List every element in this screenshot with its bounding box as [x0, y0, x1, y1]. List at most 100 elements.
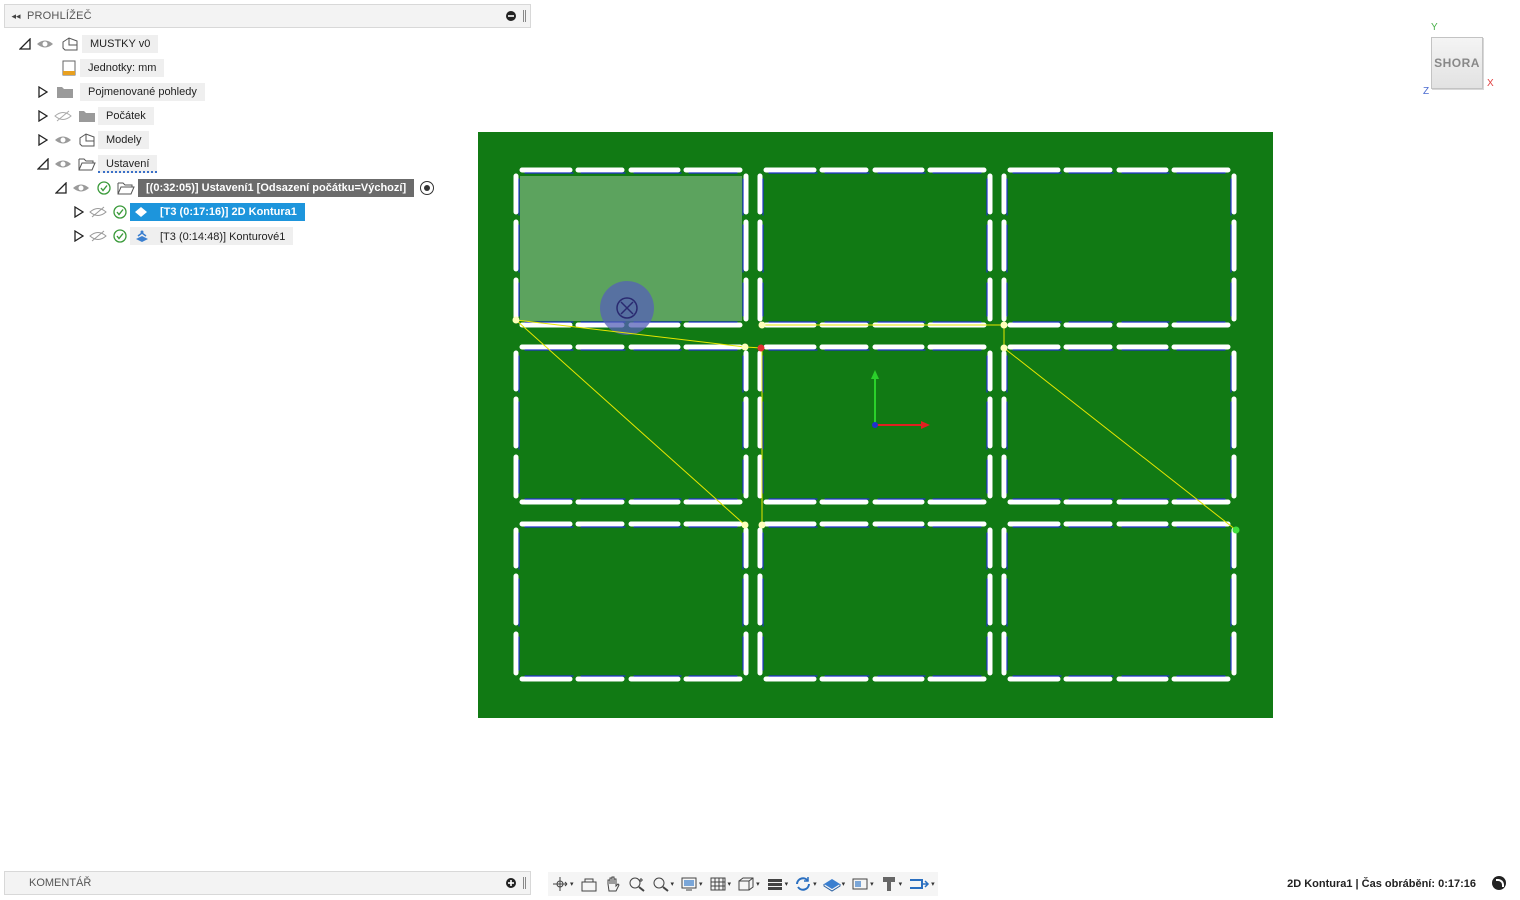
tree-node-operation-2d-contour[interactable]: [T3 (0:17:16)] 2D Kontura1	[72, 202, 305, 222]
pan-icon[interactable]	[601, 873, 625, 895]
component-icon	[58, 36, 82, 52]
models-label: Modely	[98, 131, 150, 149]
tool-position-icon	[600, 281, 654, 335]
pocket-outline-toolpath	[1006, 172, 1232, 323]
canvas-viewport[interactable]	[478, 132, 1273, 718]
eye-icon[interactable]	[50, 134, 76, 146]
named-views-label: Pojmenované pohledy	[80, 83, 205, 101]
eye-icon[interactable]	[32, 38, 58, 50]
status-indicator-icon	[1492, 876, 1506, 890]
root-label: MUSTKY v0	[82, 35, 159, 53]
setup1-label: [(0:32:05)] Ustavení1 [Odsazení počátku=…	[138, 179, 415, 197]
tool-icon[interactable]: ▾	[877, 873, 906, 895]
pocket-cell-1-2	[1001, 344, 1237, 505]
viewcube-y-axis-label: Y	[1431, 22, 1438, 33]
eye-hidden-icon[interactable]	[50, 110, 76, 122]
open-folder-icon	[76, 157, 98, 171]
folder-icon	[50, 85, 80, 99]
pocket-cell-2-0	[513, 521, 749, 682]
panel-grip-icon[interactable]	[523, 877, 526, 889]
models-icon	[76, 132, 98, 148]
valid-check-icon	[94, 181, 114, 195]
fit-icon[interactable]: ▾	[649, 873, 678, 895]
toolpath-icon[interactable]: ▾	[905, 873, 938, 895]
view-cube[interactable]: Y SHORA X Z	[1422, 22, 1502, 102]
tree-node-root[interactable]: MUSTKY v0	[18, 34, 159, 54]
contour-3d-icon	[136, 230, 148, 242]
look-at-icon[interactable]	[577, 873, 601, 895]
folder-icon	[76, 109, 98, 123]
setups-label: Ustavení	[98, 155, 158, 173]
collapse-triangle-icon[interactable]	[36, 157, 50, 171]
pocket-outline-outer	[1001, 167, 1237, 328]
active-setup-icon[interactable]	[420, 181, 435, 195]
origin-label: Počátek	[98, 107, 154, 125]
tree-node-operation-contour[interactable]: [T3 (0:14:48)] Konturové1	[72, 226, 294, 246]
pocket-cell-1-0	[513, 344, 749, 505]
pocket-outline-toolpath	[1006, 349, 1232, 500]
minimize-panel-icon[interactable]	[505, 10, 517, 22]
operation-2-text: [T3 (0:14:48)] Konturové1	[160, 230, 286, 243]
expand-triangle-icon[interactable]	[72, 205, 86, 219]
viewcube-x-axis-label: X	[1487, 78, 1494, 89]
browser-panel-header: ◂◂ PROHLÍŽEČ	[4, 4, 531, 28]
display-settings-icon[interactable]: ▾	[677, 873, 706, 895]
add-comment-icon[interactable]	[505, 877, 517, 889]
start-point-marker	[757, 344, 765, 352]
eye-hidden-icon[interactable]	[86, 230, 110, 242]
eye-icon[interactable]	[68, 182, 94, 194]
simulate-icon[interactable]: ▾	[791, 873, 820, 895]
tree-node-origin[interactable]: Počátek	[36, 106, 154, 126]
end-point-marker	[1232, 526, 1240, 534]
pocket-outline-toolpath	[518, 526, 744, 677]
browser-title: PROHLÍŽEČ	[27, 10, 92, 22]
effects-icon[interactable]: ▾	[848, 873, 877, 895]
comment-title: KOMENTÁŘ	[29, 877, 92, 889]
pocket-outline-outer	[757, 167, 993, 328]
collapse-triangle-icon[interactable]	[18, 37, 32, 51]
origin-triad-icon	[871, 370, 930, 429]
pocket-cell-2-1	[757, 521, 993, 682]
pocket-outline-toolpath	[1006, 526, 1232, 677]
view-options-icon[interactable]: ▾	[734, 873, 763, 895]
eye-icon[interactable]	[50, 158, 76, 170]
viewcube-z-axis-label: Z	[1423, 86, 1430, 97]
2d-contour-icon	[135, 207, 147, 218]
setup-icon	[114, 181, 138, 195]
panel-grip-icon[interactable]	[523, 10, 526, 22]
expand-triangle-icon[interactable]	[36, 109, 50, 123]
viewcube-top-face[interactable]: SHORA	[1431, 37, 1483, 89]
pocket-outline-toolpath	[762, 526, 988, 677]
tree-node-named-views[interactable]: Pojmenované pohledy	[36, 82, 205, 102]
comment-panel-header: KOMENTÁŘ	[4, 871, 531, 895]
zoom-icon[interactable]	[625, 873, 649, 895]
tree-node-models[interactable]: Modely	[36, 130, 150, 150]
pocket-outline-outer	[513, 344, 749, 505]
stock-icon[interactable]: ▾	[820, 873, 849, 895]
pocket-outline-outer	[1001, 521, 1237, 682]
collapse-triangle-icon[interactable]	[54, 181, 68, 195]
operation-2-label: [T3 (0:14:48)] Konturové1	[130, 227, 294, 245]
pocket-outline-toolpath	[762, 172, 988, 323]
valid-check-icon	[110, 229, 130, 243]
eye-hidden-icon[interactable]	[86, 206, 110, 218]
pocket-cell-2-2	[1001, 521, 1237, 682]
tree-node-units[interactable]: Jednotky: mm	[58, 58, 165, 78]
collapse-panel-icon[interactable]: ◂◂	[5, 11, 27, 22]
layers-icon[interactable]: ▾	[763, 873, 792, 895]
expand-triangle-icon[interactable]	[36, 133, 50, 147]
toolpath-scene[interactable]	[478, 132, 1273, 718]
pocket-outline-toolpath	[518, 349, 744, 500]
pocket-cell-0-1	[757, 167, 993, 328]
operation-1-text: [T3 (0:17:16)] 2D Kontura1	[160, 206, 297, 218]
tree-node-setup1[interactable]: [(0:32:05)] Ustavení1 [Odsazení počátku=…	[54, 178, 435, 198]
pocket-outline-outer	[757, 521, 993, 682]
expand-triangle-icon[interactable]	[72, 229, 86, 243]
status-machining-time: 2D Kontura1 | Čas obrábění: 0:17:16	[1287, 878, 1476, 890]
units-label: Jednotky: mm	[80, 59, 165, 77]
pocket-cell-0-2	[1001, 167, 1237, 328]
grid-icon[interactable]: ▾	[706, 873, 735, 895]
expand-triangle-icon[interactable]	[36, 85, 50, 99]
tree-node-setups[interactable]: Ustavení	[36, 154, 158, 174]
orbit-icon[interactable]: ▾	[548, 873, 577, 895]
